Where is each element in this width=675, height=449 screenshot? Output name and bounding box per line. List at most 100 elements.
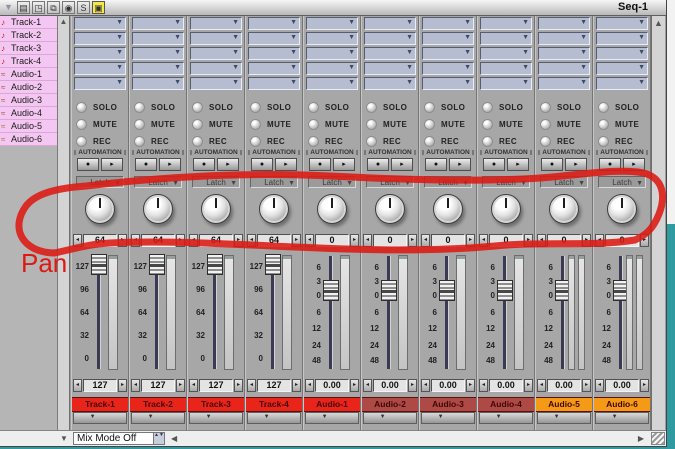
insert-slot[interactable]: ▼	[422, 32, 474, 45]
solo-button[interactable]	[308, 102, 319, 113]
volume-value[interactable]: 0.00	[489, 379, 523, 392]
volume-decrement-button[interactable]: ◂	[363, 379, 372, 392]
volume-increment-button[interactable]: ▸	[582, 379, 591, 392]
volume-value[interactable]: 127	[83, 379, 117, 392]
pan-increment-button[interactable]: ▸	[408, 234, 417, 247]
pan-knob[interactable]	[433, 194, 463, 224]
pan-value[interactable]: 64	[199, 234, 233, 247]
pan-increment-button[interactable]: ▸	[234, 234, 243, 247]
fader-handle[interactable]	[207, 254, 223, 275]
pan-decrement-button[interactable]: ◂	[131, 234, 140, 247]
channel-name-label[interactable]: Track-1	[72, 397, 128, 412]
insert-slot[interactable]: ▼	[248, 17, 300, 30]
channel-name-label[interactable]: Audio-6	[594, 397, 650, 412]
fader-track[interactable]	[387, 256, 391, 369]
insert-slot[interactable]: ▼	[538, 32, 590, 45]
scroll-right-icon[interactable]: ▶	[638, 434, 644, 443]
title-bar[interactable]: ▼ ▤ ◳ ⧉ ◉ S ▣ Seq-1	[0, 0, 666, 16]
list-icon[interactable]: ▤	[17, 1, 30, 14]
track-list-item[interactable]: ≈ Audio-2	[0, 81, 57, 94]
pan-increment-button[interactable]: ▸	[524, 234, 533, 247]
track-list-item[interactable]: ♪ Track-3	[0, 42, 57, 55]
output-select[interactable]: ▼	[479, 412, 533, 424]
automation-play-button[interactable]: ▸	[391, 158, 413, 171]
rec-button[interactable]	[540, 136, 551, 147]
insert-slot[interactable]: ▼	[480, 62, 532, 75]
automation-record-button[interactable]: ●	[425, 158, 447, 171]
pan-value[interactable]: 0	[315, 234, 349, 247]
fader-handle[interactable]	[149, 254, 165, 275]
insert-slot[interactable]: ▼	[74, 47, 126, 60]
volume-increment-button[interactable]: ▸	[640, 379, 649, 392]
automation-mode-select[interactable]: Latch ▼	[250, 176, 298, 188]
rec-button[interactable]	[250, 136, 261, 147]
insert-slot[interactable]: ▼	[596, 62, 648, 75]
channel-name-label[interactable]: Track-2	[130, 397, 186, 412]
rec-button[interactable]	[192, 136, 203, 147]
rec-button[interactable]	[76, 136, 87, 147]
vertical-scrollbar[interactable]: ▲	[651, 16, 665, 430]
volume-increment-button[interactable]: ▸	[408, 379, 417, 392]
automation-play-button[interactable]: ▸	[275, 158, 297, 171]
fader-handle[interactable]	[381, 280, 397, 301]
automation-play-button[interactable]: ▸	[623, 158, 645, 171]
fader-track[interactable]	[503, 256, 507, 369]
insert-slot[interactable]: ▼	[422, 47, 474, 60]
mute-button[interactable]	[540, 119, 551, 130]
volume-decrement-button[interactable]: ◂	[537, 379, 546, 392]
insert-slot[interactable]: ▼	[306, 77, 358, 90]
insert-slot[interactable]: ▼	[306, 17, 358, 30]
solo-button[interactable]	[192, 102, 203, 113]
volume-decrement-button[interactable]: ◂	[595, 379, 604, 392]
automation-play-button[interactable]: ▸	[101, 158, 123, 171]
window-icon[interactable]: ▣	[92, 1, 105, 14]
insert-slot[interactable]: ▼	[364, 62, 416, 75]
automation-record-button[interactable]: ●	[309, 158, 331, 171]
automation-mode-select[interactable]: Latch ▼	[540, 176, 588, 188]
pan-decrement-button[interactable]: ◂	[73, 234, 82, 247]
insert-slot[interactable]: ▼	[74, 32, 126, 45]
pan-increment-button[interactable]: ▸	[292, 234, 301, 247]
volume-decrement-button[interactable]: ◂	[305, 379, 314, 392]
fader-handle[interactable]	[439, 280, 455, 301]
pan-knob[interactable]	[317, 194, 347, 224]
channel-name-label[interactable]: Audio-4	[478, 397, 534, 412]
pan-value[interactable]: 0	[605, 234, 639, 247]
pan-increment-button[interactable]: ▸	[350, 234, 359, 247]
mute-button[interactable]	[192, 119, 203, 130]
pan-value[interactable]: 0	[431, 234, 465, 247]
fader-track[interactable]	[445, 256, 449, 369]
fader-handle[interactable]	[91, 254, 107, 275]
channel-name-label[interactable]: Audio-5	[536, 397, 592, 412]
insert-slot[interactable]: ▼	[306, 62, 358, 75]
solo-mode-icon[interactable]: S	[77, 1, 90, 14]
automation-record-button[interactable]: ●	[251, 158, 273, 171]
insert-slot[interactable]: ▼	[190, 47, 242, 60]
solo-button[interactable]	[134, 102, 145, 113]
pan-decrement-button[interactable]: ◂	[421, 234, 430, 247]
automation-mode-select[interactable]: Latch ▼	[366, 176, 414, 188]
insert-slot[interactable]: ▼	[306, 47, 358, 60]
pan-knob[interactable]	[259, 194, 289, 224]
volume-increment-button[interactable]: ▸	[176, 379, 185, 392]
mute-button[interactable]	[598, 119, 609, 130]
duplicate-icon[interactable]: ⧉	[47, 1, 60, 14]
insert-slot[interactable]: ▼	[364, 32, 416, 45]
solo-button[interactable]	[250, 102, 261, 113]
automation-record-button[interactable]: ●	[483, 158, 505, 171]
scroll-up-icon[interactable]: ▲	[652, 16, 665, 30]
channel-name-label[interactable]: Audio-3	[420, 397, 476, 412]
scroll-left-icon[interactable]: ◀	[171, 434, 177, 443]
rec-button[interactable]	[424, 136, 435, 147]
pan-knob[interactable]	[491, 194, 521, 224]
fader-track[interactable]	[329, 256, 333, 369]
pan-increment-button[interactable]: ▸	[582, 234, 591, 247]
automation-mode-select[interactable]: Latch ▼	[598, 176, 646, 188]
insert-slot[interactable]: ▼	[132, 47, 184, 60]
pan-knob[interactable]	[607, 194, 637, 224]
output-select[interactable]: ▼	[189, 412, 243, 424]
solo-button[interactable]	[76, 102, 87, 113]
output-select[interactable]: ▼	[537, 412, 591, 424]
rec-button[interactable]	[366, 136, 377, 147]
track-list-item[interactable]: ≈ Audio-1	[0, 68, 57, 81]
